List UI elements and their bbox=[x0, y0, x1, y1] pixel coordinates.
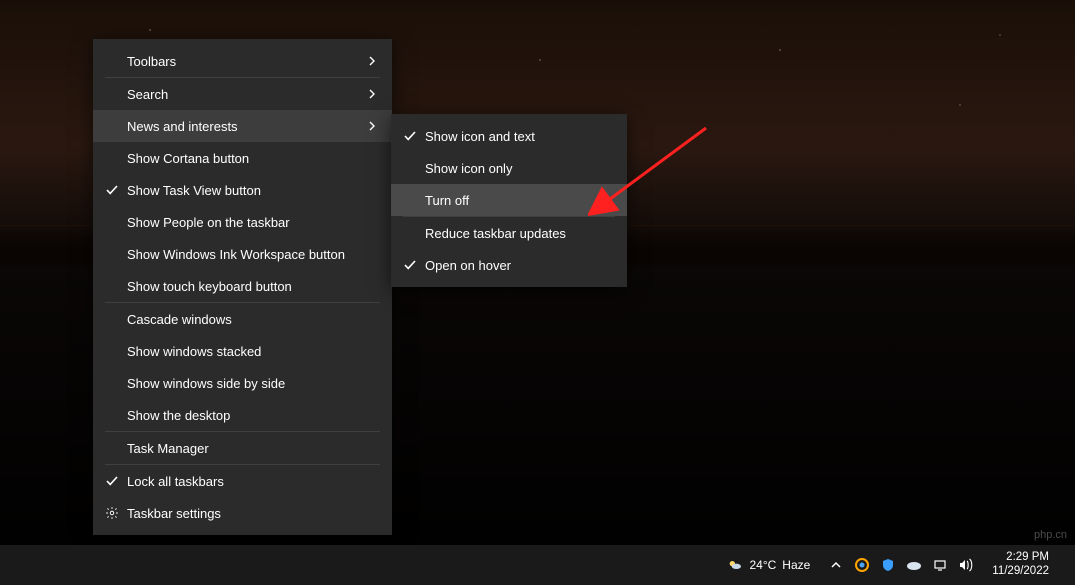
menu-item-toolbars[interactable]: Toolbars bbox=[93, 45, 392, 77]
weather-condition: Haze bbox=[782, 558, 810, 572]
menu-item-stacked[interactable]: Show windows stacked bbox=[93, 335, 392, 367]
tray-chevron-up-icon[interactable] bbox=[828, 557, 844, 573]
submenu-item-icon-text[interactable]: Show icon and text bbox=[391, 120, 627, 152]
chevron-right-icon bbox=[366, 121, 378, 131]
weather-temp: 24°C bbox=[749, 558, 776, 572]
menu-label: Taskbar settings bbox=[123, 506, 378, 521]
menu-label: Reduce taskbar updates bbox=[421, 226, 613, 241]
menu-label: Open on hover bbox=[421, 258, 613, 273]
menu-label: Task Manager bbox=[123, 441, 378, 456]
menu-item-touch-keyboard[interactable]: Show touch keyboard button bbox=[93, 270, 392, 302]
menu-item-lock-taskbars[interactable]: Lock all taskbars bbox=[93, 465, 392, 497]
taskbar: 24°C Haze 2:29 PM 11/29/2022 bbox=[0, 545, 1075, 585]
clock-date: 11/29/2022 bbox=[992, 565, 1049, 579]
chevron-right-icon bbox=[366, 89, 378, 99]
submenu-item-icon-only[interactable]: Show icon only bbox=[391, 152, 627, 184]
tray-volume-icon[interactable] bbox=[958, 557, 974, 573]
menu-label: Search bbox=[123, 87, 366, 102]
checkmark-icon bbox=[399, 258, 421, 272]
menu-label: Show Task View button bbox=[123, 183, 378, 198]
watermark-text: php.cn bbox=[1034, 529, 1067, 541]
menu-item-cascade[interactable]: Cascade windows bbox=[93, 303, 392, 335]
menu-item-cortana[interactable]: Show Cortana button bbox=[93, 142, 392, 174]
menu-item-people[interactable]: Show People on the taskbar bbox=[93, 206, 392, 238]
clock-time: 2:29 PM bbox=[1006, 551, 1049, 565]
checkmark-icon bbox=[101, 183, 123, 197]
news-interests-submenu: Show icon and text Show icon only Turn o… bbox=[391, 114, 627, 287]
menu-label: Show Cortana button bbox=[123, 151, 378, 166]
taskbar-context-menu: Toolbars Search News and interests Show … bbox=[93, 39, 392, 535]
menu-item-news-interests[interactable]: News and interests bbox=[93, 110, 392, 142]
menu-item-search[interactable]: Search bbox=[93, 78, 392, 110]
gear-icon bbox=[101, 506, 123, 520]
tray-app-icon[interactable] bbox=[854, 557, 870, 573]
action-center-icon[interactable] bbox=[1059, 557, 1075, 573]
menu-label: Show touch keyboard button bbox=[123, 279, 378, 294]
menu-item-side-by-side[interactable]: Show windows side by side bbox=[93, 367, 392, 399]
menu-item-taskbar-settings[interactable]: Taskbar settings bbox=[93, 497, 392, 529]
menu-label: Show icon only bbox=[421, 161, 613, 176]
checkmark-icon bbox=[399, 129, 421, 143]
menu-item-taskview[interactable]: Show Task View button bbox=[93, 174, 392, 206]
tray-network-icon[interactable] bbox=[932, 557, 948, 573]
tray-security-icon[interactable] bbox=[880, 557, 896, 573]
menu-label: Show windows side by side bbox=[123, 376, 378, 391]
menu-label: Show Windows Ink Workspace button bbox=[123, 247, 378, 262]
menu-label: Show the desktop bbox=[123, 408, 378, 423]
menu-item-show-desktop[interactable]: Show the desktop bbox=[93, 399, 392, 431]
system-tray bbox=[820, 545, 982, 585]
tray-onedrive-icon[interactable] bbox=[906, 557, 922, 573]
menu-label: Show windows stacked bbox=[123, 344, 378, 359]
menu-label: Show icon and text bbox=[421, 129, 613, 144]
menu-label: Cascade windows bbox=[123, 312, 378, 327]
weather-widget[interactable]: 24°C Haze bbox=[717, 545, 820, 585]
submenu-item-turn-off[interactable]: Turn off bbox=[391, 184, 627, 216]
menu-label: Lock all taskbars bbox=[123, 474, 378, 489]
submenu-item-reduce-updates[interactable]: Reduce taskbar updates bbox=[391, 217, 627, 249]
menu-label: News and interests bbox=[123, 119, 366, 134]
menu-item-task-manager[interactable]: Task Manager bbox=[93, 432, 392, 464]
chevron-right-icon bbox=[366, 56, 378, 66]
menu-label: Turn off bbox=[421, 193, 613, 208]
submenu-item-open-hover[interactable]: Open on hover bbox=[391, 249, 627, 281]
taskbar-clock[interactable]: 2:29 PM 11/29/2022 bbox=[982, 551, 1059, 579]
menu-item-ink[interactable]: Show Windows Ink Workspace button bbox=[93, 238, 392, 270]
checkmark-icon bbox=[101, 474, 123, 488]
menu-label: Toolbars bbox=[123, 54, 366, 69]
menu-label: Show People on the taskbar bbox=[123, 215, 378, 230]
weather-icon bbox=[727, 557, 743, 573]
